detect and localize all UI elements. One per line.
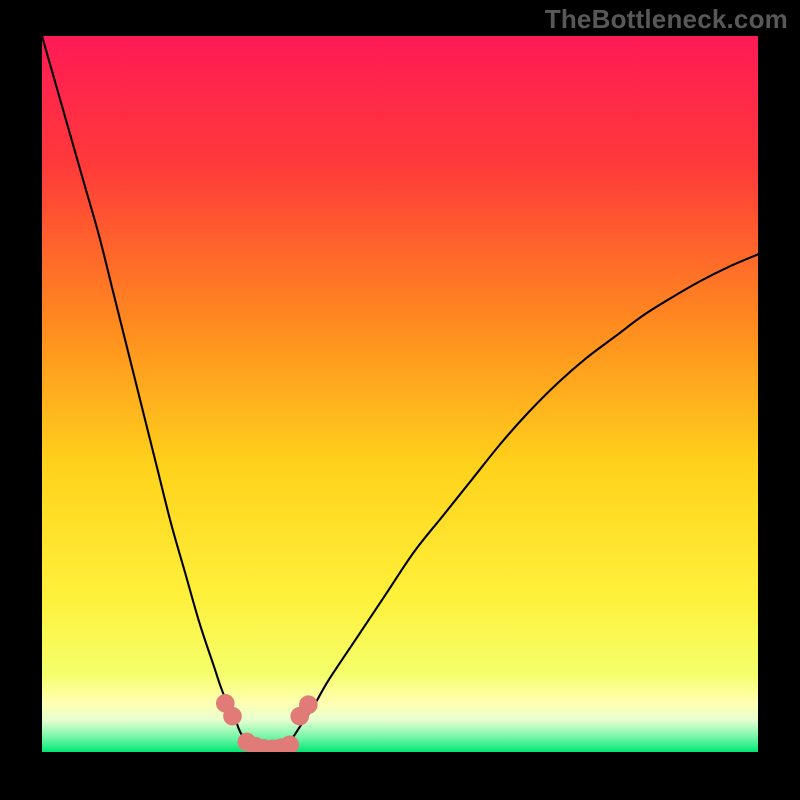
marker-left-upper-b — [223, 707, 242, 726]
chart-background — [42, 36, 758, 752]
watermark: TheBottleneck.com — [545, 4, 788, 35]
marker-right-upper-b — [299, 695, 318, 714]
chart-plot — [42, 36, 758, 752]
chart-stage: TheBottleneck.com — [0, 0, 800, 800]
chart-svg — [42, 36, 758, 752]
